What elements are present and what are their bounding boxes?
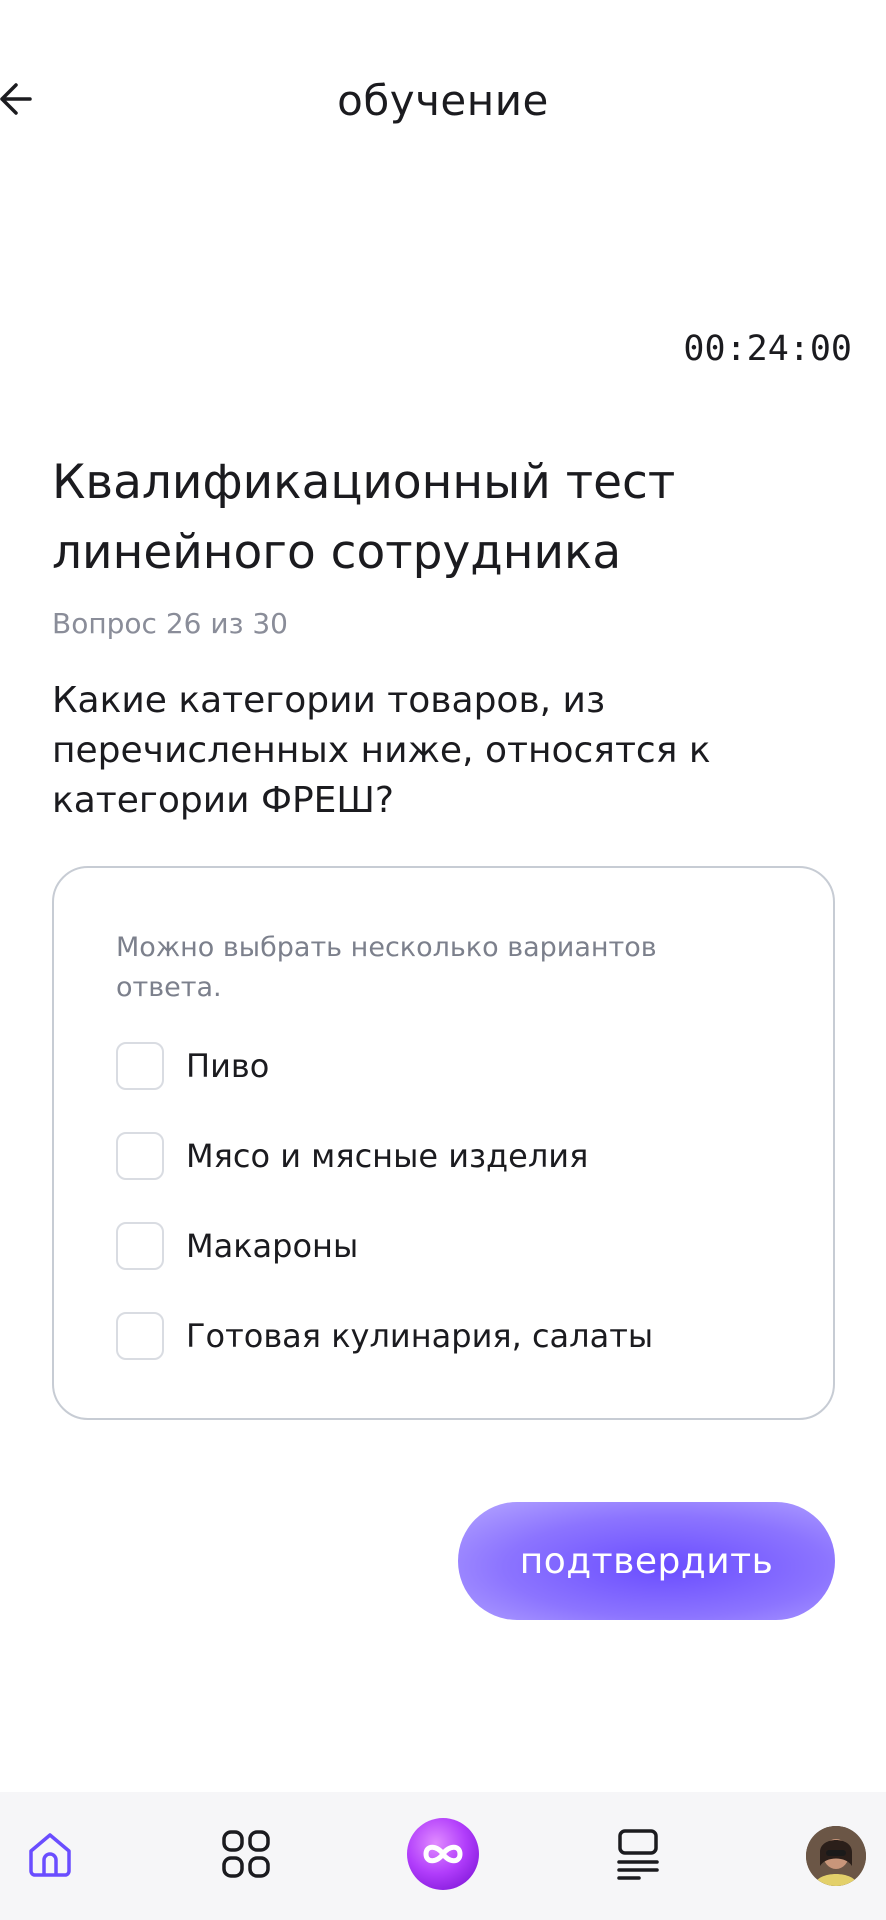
- infinity-icon: [406, 1817, 480, 1895]
- home-icon: [23, 1827, 77, 1885]
- checkbox[interactable]: [116, 1132, 164, 1180]
- answer-option[interactable]: Готовая кулинария, салаты: [116, 1311, 776, 1361]
- answer-option[interactable]: Пиво: [116, 1041, 776, 1091]
- answer-option[interactable]: Макароны: [116, 1221, 776, 1271]
- grid-icon: [220, 1828, 272, 1884]
- nav-center[interactable]: [403, 1816, 483, 1896]
- page: обучение 00:24:00 Квалификационный тест …: [0, 0, 886, 1920]
- nav-home[interactable]: [10, 1816, 90, 1896]
- answer-option-label: Пиво: [186, 1047, 270, 1085]
- checkbox[interactable]: [116, 1222, 164, 1270]
- test-title: Квалификационный тест линейного сотрудни…: [52, 455, 676, 580]
- nav-lists[interactable]: [598, 1816, 678, 1896]
- question-counter: Вопрос 26 из 30: [52, 607, 288, 640]
- nav-catalog[interactable]: [206, 1816, 286, 1896]
- answer-option-label: Готовая кулинария, салаты: [186, 1317, 654, 1355]
- avatar[interactable]: [806, 1826, 866, 1886]
- answer-option-label: Макароны: [186, 1227, 359, 1265]
- list-icon: [613, 1827, 663, 1885]
- bottom-navigation: [0, 1792, 886, 1920]
- answer-option[interactable]: Мясо и мясные изделия: [116, 1131, 776, 1181]
- answer-hint: Можно выбрать несколько вариантов ответа…: [116, 932, 657, 1003]
- checkbox[interactable]: [116, 1312, 164, 1360]
- question-text: Какие категории товаров, из перечисленны…: [52, 680, 711, 821]
- confirm-button[interactable]: подтвердить: [458, 1502, 835, 1620]
- answers-card: Можно выбрать несколько вариантов ответа…: [52, 866, 835, 1420]
- page-title: обучение: [337, 76, 549, 125]
- answer-option-label: Мясо и мясные изделия: [186, 1137, 589, 1175]
- checkbox[interactable]: [116, 1042, 164, 1090]
- timer: 00:24:00: [683, 329, 852, 369]
